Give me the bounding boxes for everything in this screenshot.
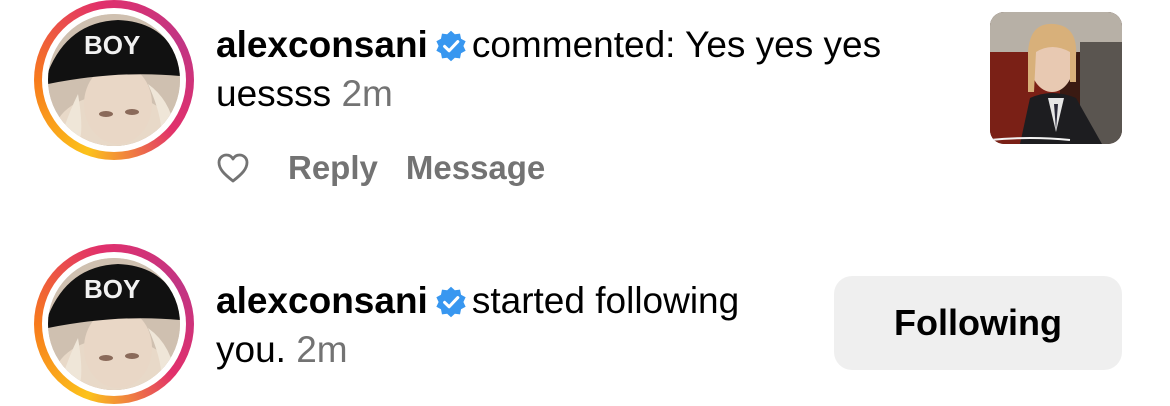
cap-text: BOY [84, 30, 140, 60]
avatar[interactable]: BOY [48, 258, 180, 390]
story-ring[interactable]: BOY [34, 0, 194, 160]
notification-text: alexconsani started following you. 2m [216, 276, 816, 374]
heart-icon[interactable] [216, 151, 250, 185]
verified-badge-icon [436, 30, 466, 62]
verified-badge-icon [436, 286, 466, 318]
notification-row-comment: BOY alexconsani commented: Yes yes yes u… [0, 0, 1170, 210]
notification-row-follow: BOY alexconsani started following you. 2… [0, 240, 1170, 406]
username-link[interactable]: alexconsani [216, 280, 428, 321]
message-button[interactable]: Message [406, 149, 545, 187]
username-link[interactable]: alexconsani [216, 24, 428, 65]
comment-actions: Reply Message [216, 148, 573, 188]
cap-text: BOY [84, 274, 140, 304]
reply-button[interactable]: Reply [288, 149, 378, 187]
timestamp: 2m [341, 73, 393, 114]
notification-text: alexconsani commented: Yes yes yes uesss… [216, 20, 936, 118]
story-ring[interactable]: BOY [34, 244, 194, 404]
timestamp: 2m [296, 329, 348, 370]
avatar[interactable]: BOY [48, 14, 180, 146]
following-button[interactable]: Following [834, 276, 1122, 370]
post-thumbnail[interactable] [990, 12, 1122, 144]
